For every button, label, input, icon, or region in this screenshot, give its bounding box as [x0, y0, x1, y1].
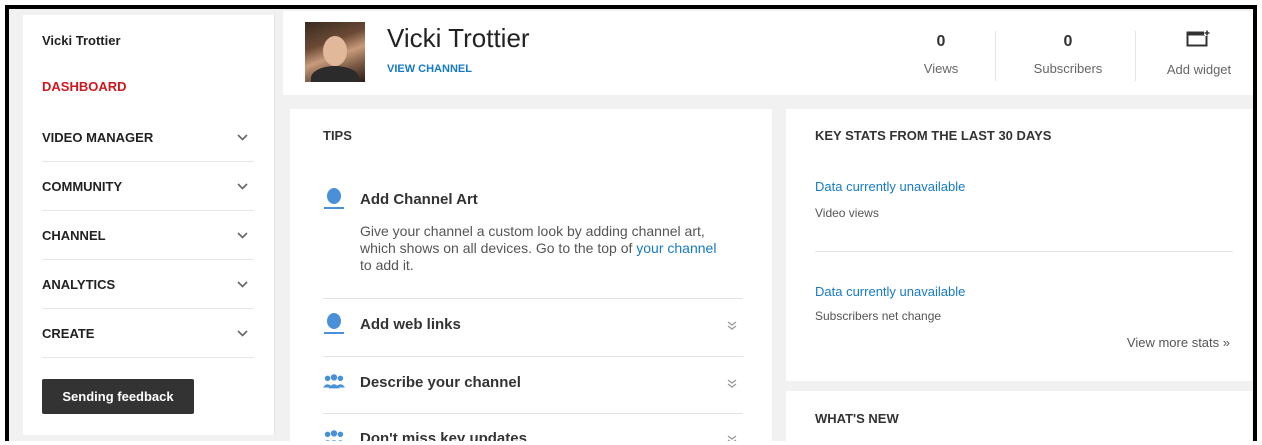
avatar-face	[323, 36, 347, 66]
tip-add-web-links[interactable]: Add web links	[323, 313, 743, 335]
divider	[323, 356, 743, 357]
sidebar-item-analytics[interactable]: ANALYTICS	[42, 260, 254, 309]
subscribers-net-change-label: Subscribers net change	[815, 309, 942, 323]
chevron-down-icon[interactable]	[236, 180, 248, 192]
video-views-label: Video views	[815, 206, 879, 220]
subscribers-count: 0	[1063, 33, 1073, 50]
add-widget-button[interactable]: Add widget	[1161, 29, 1237, 77]
key-stats-title: KEY STATS FROM THE LAST 30 DAYS	[815, 128, 1052, 143]
video-views-value[interactable]: Data currently unavailable	[815, 179, 965, 194]
person-icon	[323, 188, 345, 210]
your-channel-link[interactable]: your channel	[636, 240, 716, 256]
divider	[1135, 31, 1136, 81]
tip-add-channel-art: Add Channel Art Give your channel a cust…	[323, 188, 743, 274]
group-icon	[323, 427, 345, 441]
chevron-down-icon[interactable]	[236, 229, 248, 241]
sidebar-item-dashboard[interactable]: DASHBOARD	[42, 79, 127, 94]
double-chevron-down-icon[interactable]	[725, 319, 739, 333]
sidebar-nav: VIDEO MANAGER COMMUNITY CHANNEL ANALYTIC…	[42, 113, 254, 358]
tip-description: Give your channel a custom look by addin…	[360, 223, 730, 274]
tips-title: TIPS	[323, 128, 352, 143]
view-channel-link[interactable]: VIEW CHANNEL	[387, 63, 472, 75]
group-icon	[323, 371, 345, 393]
sidebar-user-name: Vicki Trottier	[42, 33, 121, 48]
double-chevron-down-icon[interactable]	[725, 377, 739, 391]
channel-name: Vicki Trottier	[387, 23, 530, 53]
app-frame: Vicki Trottier DASHBOARD VIDEO MANAGER C…	[5, 5, 1257, 441]
subscribers-stat: 0 Subscribers	[1018, 33, 1118, 76]
chevron-down-icon[interactable]	[236, 278, 248, 290]
whats-new-card: WHAT'S NEW	[786, 391, 1252, 441]
double-chevron-down-icon[interactable]	[725, 433, 739, 441]
tip-title: Describe your channel	[360, 373, 521, 391]
sidebar-item-channel[interactable]: CHANNEL	[42, 211, 254, 260]
sidebar-item-create[interactable]: CREATE	[42, 309, 254, 358]
chevron-down-icon[interactable]	[236, 131, 248, 143]
sidebar-item-video-manager[interactable]: VIDEO MANAGER	[42, 113, 254, 162]
sending-feedback-button[interactable]: Sending feedback	[42, 379, 194, 414]
tip-title: Add web links	[360, 315, 461, 333]
tip-describe-channel[interactable]: Describe your channel	[323, 371, 743, 393]
add-widget-label: Add widget	[1166, 62, 1232, 77]
divider	[323, 413, 743, 414]
tip-key-updates[interactable]: Don't miss key updates	[323, 427, 743, 441]
chevron-down-icon[interactable]	[236, 327, 248, 339]
subscribers-label: Subscribers	[1033, 61, 1103, 76]
channel-header: Vicki Trottier VIEW CHANNEL 0 Views 0 Su…	[283, 11, 1253, 95]
divider	[995, 31, 996, 81]
sidebar: Vicki Trottier DASHBOARD VIDEO MANAGER C…	[23, 15, 275, 435]
add-widget-icon	[1186, 30, 1212, 51]
sidebar-item-community[interactable]: COMMUNITY	[42, 162, 254, 211]
tip-title: Don't miss key updates	[360, 429, 527, 442]
views-count: 0	[936, 33, 946, 50]
whats-new-title: WHAT'S NEW	[815, 411, 899, 426]
subscribers-net-change-value[interactable]: Data currently unavailable	[815, 284, 965, 299]
sidebar-item-label: CHANNEL	[42, 227, 106, 243]
key-stats-card: KEY STATS FROM THE LAST 30 DAYS Data cur…	[786, 109, 1252, 381]
views-label: Views	[923, 61, 959, 76]
divider	[323, 298, 743, 299]
view-more-stats-link[interactable]: View more stats »	[1127, 335, 1230, 350]
avatar[interactable]	[305, 22, 365, 82]
tips-card: TIPS Add Channel Art Give your channel a…	[290, 109, 772, 441]
tip-text: to add it.	[360, 257, 414, 273]
person-icon	[323, 313, 345, 335]
divider	[815, 251, 1233, 252]
sidebar-item-label: VIDEO MANAGER	[42, 129, 154, 145]
views-stat: 0 Views	[911, 33, 971, 76]
avatar-shoulders	[311, 66, 359, 82]
sidebar-item-label: COMMUNITY	[42, 178, 123, 194]
sidebar-item-label: ANALYTICS	[42, 276, 116, 292]
tip-title[interactable]: Add Channel Art	[360, 191, 478, 208]
sidebar-item-label: CREATE	[42, 325, 95, 341]
